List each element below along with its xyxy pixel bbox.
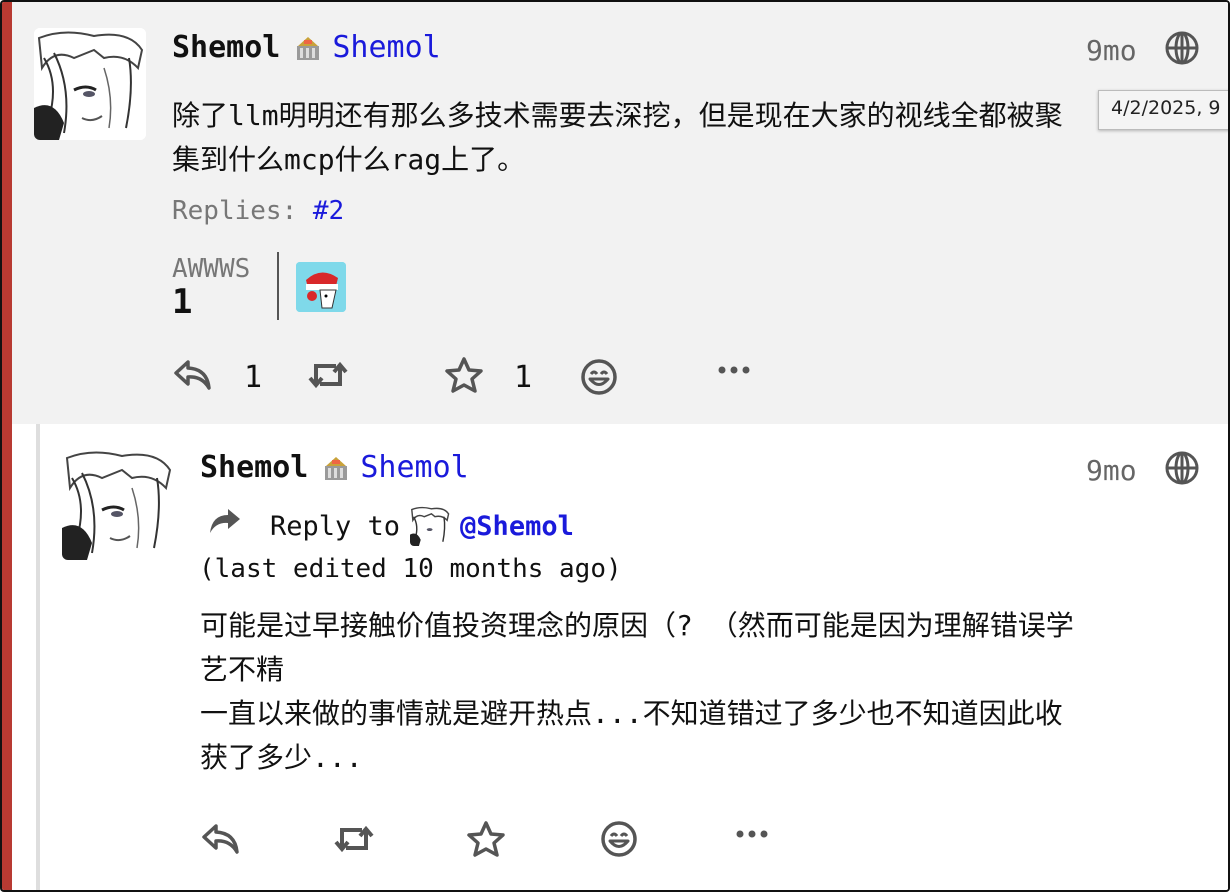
replies-link[interactable]: #2 (313, 196, 344, 226)
content-line: 获了多少... (200, 741, 363, 774)
more-icon (736, 830, 768, 838)
custom-emoji-reaction[interactable] (296, 262, 346, 312)
post-content: 可能是过早接触价值投资理念的原因（? （然而可能是因为理解错误学 艺不精 一直以… (200, 604, 1210, 780)
reply-arrow-icon (210, 509, 240, 533)
replies-row: Replies: #2 (172, 196, 344, 226)
post-content: 除了llm明明还有那么多技术需要去深挖，但是现在大家的视线全都被聚 集到什么mc… (172, 94, 1182, 182)
more-icon (718, 366, 750, 374)
emoji-icon (601, 821, 637, 857)
instance-link[interactable]: Shemol (294, 30, 441, 65)
post-reply: Shemol Shemol 9mo Reply to @Shemol (last… (12, 424, 1228, 890)
post-header: Shemol Shemol (172, 30, 441, 65)
favorite-button[interactable] (444, 356, 484, 394)
favorite-count: 1 (514, 360, 533, 395)
star-icon (467, 821, 505, 857)
timestamp-tooltip: 4/2/2025, 9 (1098, 90, 1228, 130)
author-avatar[interactable] (62, 448, 174, 560)
reply-button[interactable] (202, 822, 240, 856)
mention-link[interactable]: @Shemol (460, 511, 574, 542)
globe-icon[interactable] (1164, 30, 1200, 66)
replies-label: Replies: (172, 196, 298, 226)
thread-accent-bar (2, 2, 12, 890)
reply-to-line: Reply to @Shemol (270, 506, 574, 546)
content-line: 除了llm明明还有那么多技术需要去深挖，但是现在大家的视线全都被聚 (172, 99, 1063, 132)
boost-icon (334, 825, 374, 853)
reply-icon (174, 360, 211, 390)
react-button[interactable] (580, 358, 618, 396)
reply-button[interactable] (174, 358, 212, 392)
reply-arrow (208, 506, 242, 536)
globe-icon[interactable] (1164, 450, 1200, 486)
reply-icon (202, 824, 239, 854)
reaction-label: AWWWS (172, 254, 251, 284)
react-button[interactable] (600, 820, 638, 858)
instance-icon (325, 456, 348, 480)
mention-avatar (410, 506, 451, 546)
edited-note[interactable]: (last edited 10 months ago) (199, 554, 622, 584)
thread-line (36, 424, 40, 890)
emoji-icon (581, 359, 617, 395)
reply-to-label: Reply to (270, 510, 401, 542)
post-header: Shemol Shemol (200, 450, 469, 485)
reaction-count: 1 (172, 282, 193, 322)
content-line: 集到什么mcp什么rag上了。 (172, 143, 526, 176)
instance-link[interactable]: Shemol (322, 450, 469, 485)
post-time[interactable]: 9mo (1086, 454, 1137, 487)
instance-name: Shemol (332, 30, 441, 65)
instance-name: Shemol (360, 450, 469, 485)
more-button[interactable] (716, 362, 752, 378)
boost-button[interactable] (334, 822, 374, 856)
reaction-divider (277, 252, 279, 320)
boost-icon (308, 361, 348, 389)
author-name[interactable]: Shemol (200, 450, 308, 485)
thread-frame: Shemol Shemol 9mo 除了llm明明还有那么多技术需要去深挖，但是… (0, 0, 1230, 892)
reply-count: 1 (244, 360, 263, 395)
author-name[interactable]: Shemol (172, 30, 280, 65)
content-line: 一直以来做的事情就是避开热点...不知道错过了多少也不知道因此收 (200, 697, 1063, 730)
star-icon (445, 357, 483, 393)
favorite-button[interactable] (466, 820, 506, 858)
more-button[interactable] (734, 826, 770, 842)
content-line: 艺不精 (200, 653, 285, 686)
boost-button[interactable] (308, 358, 348, 392)
post-main: Shemol Shemol 9mo 除了llm明明还有那么多技术需要去深挖，但是… (12, 2, 1228, 424)
post-time[interactable]: 9mo (1086, 34, 1137, 67)
author-avatar[interactable] (34, 28, 146, 140)
instance-icon (297, 36, 320, 60)
content-line: 可能是过早接触价值投资理念的原因（? （然而可能是因为理解错误学 (200, 609, 1074, 642)
